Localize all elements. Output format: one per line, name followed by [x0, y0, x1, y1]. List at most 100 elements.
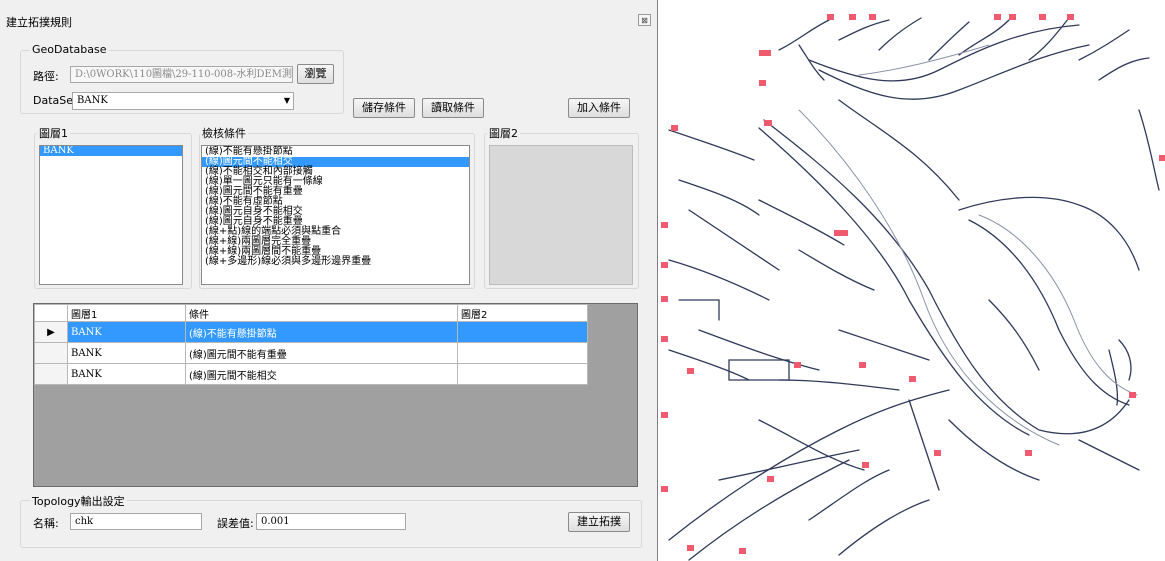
- main-river-bank: [818, 44, 1090, 100]
- node-marker: [661, 296, 668, 302]
- main-river-bank: [838, 99, 960, 201]
- cell-condition[interactable]: (線)圖元間不能有重疊: [185, 342, 458, 364]
- row-header[interactable]: ▶: [34, 321, 68, 343]
- layer1-list-item[interactable]: BANK: [40, 146, 182, 156]
- node-marker: [869, 14, 876, 20]
- node-marker: [661, 486, 668, 492]
- node-marker: [1009, 14, 1016, 20]
- tributary: [678, 299, 790, 381]
- tributary: [928, 19, 1010, 61]
- layer1-list[interactable]: BANK: [39, 145, 183, 285]
- column-header-condition[interactable]: 條件: [185, 304, 458, 322]
- row-header-corner: [34, 304, 68, 322]
- dataset-select[interactable]: BANK ▼: [72, 92, 294, 110]
- table-row[interactable]: BANK (線)圖元間不能有重疊: [34, 342, 588, 364]
- cell-layer2[interactable]: [457, 321, 588, 343]
- name-field[interactable]: chk: [70, 513, 202, 530]
- node-marker: [687, 368, 694, 374]
- cell-layer1[interactable]: BANK: [67, 363, 186, 385]
- create-topology-button[interactable]: 建立拓撲: [568, 512, 630, 532]
- rules-table: 圖層1 條件 圖層2 ▶ BANK (線)不能有懸掛節點 BANK (線)圖元間不能有重…: [34, 304, 588, 385]
- tributary: [668, 129, 760, 216]
- tributary: [908, 399, 1040, 491]
- node-marker: [1129, 392, 1136, 398]
- tributary: [1098, 57, 1160, 191]
- chevron-down-icon: ▼: [283, 96, 290, 105]
- tributary: [988, 299, 1040, 371]
- topology-rule-dialog: 建立拓撲規則 ⊠ GeoDatabase 路徑: D:\0WORK\110圖檔\…: [0, 0, 658, 561]
- tributary: [668, 389, 950, 541]
- cell-condition[interactable]: (線)不能有懸掛節點: [185, 321, 458, 343]
- map-view[interactable]: [659, 0, 1165, 561]
- tributary: [668, 209, 780, 301]
- node-marker: [934, 450, 941, 456]
- save-conditions-button[interactable]: 儲存條件: [353, 98, 415, 118]
- layer2-list: [489, 145, 633, 285]
- tolerance-field[interactable]: 0.001: [256, 513, 406, 530]
- node-marker: [994, 14, 1001, 20]
- tributary: [1108, 339, 1132, 406]
- cell-layer2[interactable]: [457, 363, 588, 385]
- path-field[interactable]: D:\0WORK\110圖檔\29-110-008-水利DEM測製(測: [70, 66, 293, 83]
- river-lines: [668, 17, 1160, 561]
- node-marker: [1025, 450, 1032, 456]
- node-marker: [859, 362, 866, 368]
- node-marker: [767, 476, 774, 482]
- tributary: [688, 459, 850, 561]
- main-river-bank: [968, 219, 1130, 406]
- layer1-label: 圖層1: [37, 125, 70, 141]
- dataset-select-value: BANK: [77, 95, 108, 106]
- title-bar: 建立拓撲規則 ⊠: [0, 10, 658, 32]
- node-marker: [1039, 14, 1046, 20]
- node-marker: [834, 230, 848, 236]
- tributary: [1028, 17, 1130, 61]
- node-marker: [671, 125, 678, 131]
- cell-layer1[interactable]: BANK: [67, 342, 186, 364]
- table-row[interactable]: ▶ BANK (線)不能有懸掛節點: [34, 321, 588, 343]
- tributary: [1078, 439, 1140, 471]
- node-marker: [849, 14, 856, 20]
- secondary-bank: [858, 44, 990, 76]
- browse-button[interactable]: 瀏覽: [297, 64, 334, 84]
- tributary: [758, 199, 875, 291]
- node-marker: [661, 262, 668, 268]
- cell-layer1[interactable]: BANK: [67, 321, 186, 343]
- condition-list-item[interactable]: (線+多邊形)線必須與多邊形邊界重疊: [202, 257, 469, 267]
- node-marker: [661, 412, 668, 418]
- name-label: 名稱:: [33, 517, 59, 530]
- node-marker: [909, 376, 916, 382]
- conditions-list[interactable]: (線)不能有懸掛節點 (線)圖元間不能相交 (線)不能相交和內部接觸 (線)單一圖元只…: [201, 145, 470, 285]
- cell-layer2[interactable]: [457, 342, 588, 364]
- node-marker: [759, 50, 771, 56]
- close-button[interactable]: ⊠: [638, 14, 651, 26]
- geodatabase-group-label: GeoDatabase: [30, 43, 109, 56]
- rules-grid[interactable]: 圖層1 條件 圖層2 ▶ BANK (線)不能有懸掛節點 BANK (線)圖元間不能有重…: [33, 303, 638, 487]
- main-river-bank: [958, 196, 1140, 271]
- node-marker: [764, 120, 772, 126]
- conditions-label: 檢核條件: [200, 125, 248, 141]
- node-marker: [1159, 155, 1165, 161]
- table-header-row: 圖層1 條件 圖層2: [34, 304, 588, 322]
- node-marker: [739, 548, 746, 554]
- node-marker: [827, 14, 834, 20]
- river-network-map: [661, 14, 1165, 561]
- tributary: [838, 17, 922, 51]
- tributary: [808, 469, 930, 556]
- row-header[interactable]: [34, 363, 68, 385]
- path-label: 路徑:: [33, 70, 59, 83]
- add-condition-button[interactable]: 加入條件: [568, 98, 630, 118]
- column-header-layer1[interactable]: 圖層1: [67, 304, 186, 322]
- cell-condition[interactable]: (線)圖元間不能相交: [185, 363, 458, 385]
- window-title: 建立拓撲規則: [6, 16, 72, 29]
- node-marker: [661, 222, 668, 228]
- topology-output-label: Topology輸出設定: [30, 493, 127, 509]
- column-header-layer2[interactable]: 圖層2: [457, 304, 588, 322]
- node-marker: [1067, 14, 1074, 20]
- node-markers: [661, 14, 1165, 554]
- river-lines-light: [798, 44, 1138, 446]
- layer2-label: 圖層2: [487, 125, 520, 141]
- table-row[interactable]: BANK (線)圖元間不能相交: [34, 363, 588, 385]
- load-conditions-button[interactable]: 讀取條件: [422, 98, 484, 118]
- row-header[interactable]: [34, 342, 68, 364]
- main-river-bank: [763, 119, 1130, 435]
